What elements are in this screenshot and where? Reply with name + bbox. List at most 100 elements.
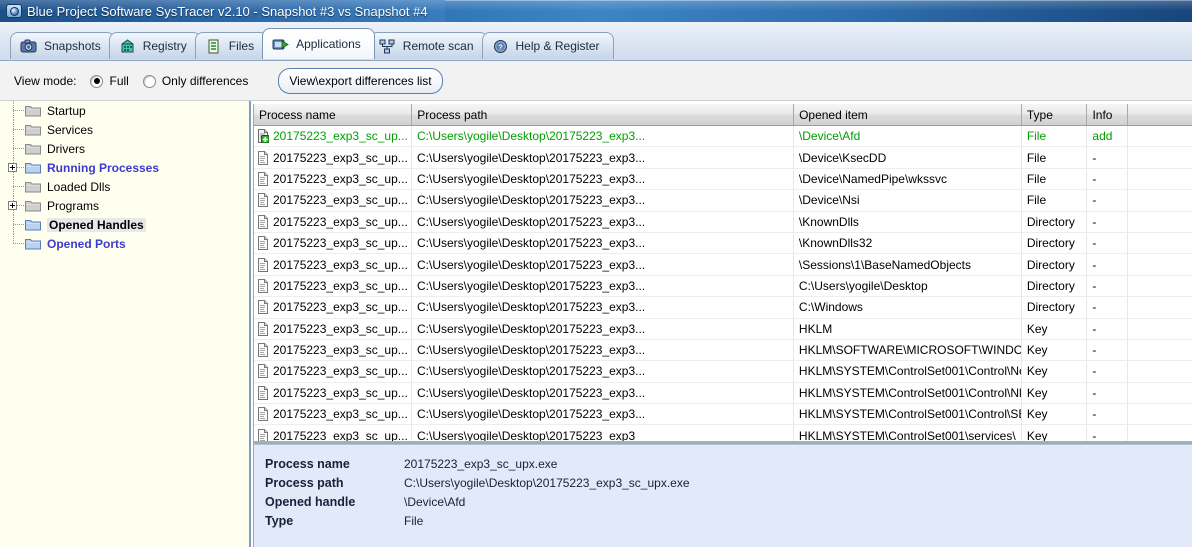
cell-process-path: C:\Users\yogile\Desktop\20175223_exp3...: [412, 382, 794, 404]
tree-item-opened-ports[interactable]: Opened Ports: [0, 234, 249, 253]
table-row[interactable]: 20175223_exp3_sc_up... C:\Users\yogile\De…: [254, 232, 1192, 255]
cell-process-path: C:\Users\yogile\Desktop\20175223_exp3...: [412, 147, 794, 168]
cell-info: -: [1087, 297, 1129, 318]
cell-text: 20175223_exp3_sc_up...: [273, 321, 408, 336]
tab-applications[interactable]: Applications: [262, 28, 375, 59]
applications-icon: [272, 37, 289, 52]
document-icon: [257, 321, 269, 336]
cell-type: Key: [1022, 318, 1088, 339]
cell-text: 20175223_exp3_sc_up...: [273, 214, 408, 229]
table-row[interactable]: 20175223_exp3_sc_up... C:\Users\yogile\De…: [254, 190, 1192, 212]
tab-help-register[interactable]: ? Help & Register: [481, 32, 614, 59]
camera-icon: [6, 4, 22, 18]
tree-item-drivers[interactable]: Drivers: [0, 139, 249, 158]
expand-plus-icon[interactable]: [8, 163, 17, 172]
cell-process-path: C:\Users\yogile\Desktop\20175223_exp3...: [412, 297, 794, 318]
tree-item-services[interactable]: Services: [0, 120, 249, 139]
tab-registry[interactable]: Registry: [108, 32, 201, 59]
cell-type: Key: [1022, 361, 1088, 382]
table-row[interactable]: 20175223_exp3_sc_up... C:\Users\yogile\De…: [254, 361, 1192, 383]
view-mode-label: View mode:: [14, 74, 77, 88]
radio-full-indicator[interactable]: [90, 74, 104, 88]
cell-type: Directory: [1022, 232, 1088, 254]
table-row[interactable]: 20175223_exp3_sc_up... C:\Users\yogile\De…: [254, 318, 1192, 340]
cell-spacer: [1128, 232, 1192, 254]
cell-process-name: 20175223_exp3_sc_up...: [254, 232, 412, 254]
detail-row: Type File: [254, 511, 1192, 530]
cell-opened-item: \Sessions\1\BaseNamedObjects: [794, 254, 1022, 275]
column-header-process-path[interactable]: Process path: [412, 104, 795, 125]
cell-text: 20175223_exp3_sc_up...: [273, 193, 408, 208]
table-row[interactable]: 20175223_exp3_sc_up... C:\Users\yogile\De…: [254, 425, 1192, 441]
cell-process-name: 20175223_exp3_sc_up...: [254, 339, 412, 361]
cell-opened-item: \Device\Afd: [794, 126, 1022, 147]
tree-item-label: Startup: [47, 103, 86, 118]
tree-item-label: Services: [47, 122, 94, 137]
window-title: Blue Project Software SysTracer v2.10 - …: [27, 3, 428, 19]
cell-opened-item: \Device\Nsi: [794, 190, 1022, 211]
tree-item-label: Opened Ports: [47, 236, 126, 251]
cell-opened-item: C:\Users\yogile\Desktop: [794, 275, 1022, 297]
table-row[interactable]: 20175223_exp3_sc_up... C:\Users\yogile\De…: [254, 339, 1192, 362]
tab-remote-scan[interactable]: Remote scan: [368, 32, 488, 59]
radio-full[interactable]: Full: [90, 74, 129, 88]
tree-item-startup[interactable]: Startup: [0, 101, 249, 120]
radio-only-differences-label: Only differences: [161, 74, 249, 88]
table-row[interactable]: 20175223_exp3_sc_up... C:\Users\yogile\De…: [254, 168, 1192, 191]
cell-info: -: [1087, 147, 1129, 168]
table-row[interactable]: 20175223_exp3_sc_up... C:\Users\yogile\De…: [254, 211, 1192, 233]
folder-icon: [25, 199, 41, 212]
cell-process-path: C:\Users\yogile\Desktop\20175223_exp3...: [412, 339, 794, 361]
folder-icon: [25, 142, 41, 155]
cell-opened-item: HKLM\SYSTEM\ControlSet001\services\: [794, 425, 1022, 441]
tab-files[interactable]: Files: [194, 32, 269, 59]
tree-item-opened-handles[interactable]: Opened Handles: [0, 215, 249, 234]
column-header-opened-item[interactable]: Opened item: [794, 104, 1022, 125]
cell-type: Directory: [1022, 211, 1088, 232]
tree-item-loaded-dlls[interactable]: Loaded Dlls: [0, 177, 249, 196]
tree-item-running-processes[interactable]: Running Processes: [0, 158, 249, 177]
document-icon: [257, 171, 269, 186]
column-header-process-name[interactable]: Process name: [254, 104, 413, 125]
cell-type: File: [1022, 147, 1088, 168]
cell-spacer: [1128, 190, 1192, 211]
tab-label: Files: [228, 39, 255, 53]
folder-icon: [25, 237, 41, 250]
cell-spacer: [1128, 168, 1192, 190]
cell-spacer: [1128, 361, 1192, 382]
tree-guide-line: [13, 243, 24, 244]
cell-spacer: [1128, 147, 1192, 168]
cell-info: -: [1087, 254, 1129, 275]
cell-process-name: 20175223_exp3_sc_up...: [254, 190, 412, 211]
table-row[interactable]: 20175223_exp3_sc_up... C:\Users\yogile\De…: [254, 404, 1192, 426]
table-row[interactable]: 20175223_exp3_sc_up... C:\Users\yogile\De…: [254, 126, 1192, 148]
column-header-info[interactable]: Info: [1087, 104, 1129, 125]
radio-only-differences-indicator[interactable]: [142, 74, 156, 88]
table-row[interactable]: 20175223_exp3_sc_up... C:\Users\yogile\De…: [254, 297, 1192, 319]
cell-text: 20175223_exp3_sc_up...: [273, 407, 408, 422]
radio-only-differences[interactable]: Only differences: [142, 74, 249, 88]
cell-type: Key: [1022, 339, 1088, 361]
column-header-spacer[interactable]: [1128, 104, 1192, 125]
view-export-differences-button[interactable]: View\export differences list: [278, 68, 443, 94]
file-icon: [205, 39, 222, 54]
cell-process-path: C:\Users\yogile\Desktop\20175223_exp3...: [412, 318, 794, 339]
document-icon: [257, 214, 269, 229]
cell-info: add: [1087, 126, 1129, 147]
table-row[interactable]: 20175223_exp3_sc_up... C:\Users\yogile\De…: [254, 254, 1192, 276]
table-row[interactable]: 20175223_exp3_sc_up... C:\Users\yogile\De…: [254, 147, 1192, 169]
tab-snapshots[interactable]: Snapshots: [10, 32, 115, 59]
tab-label: Registry: [142, 39, 187, 53]
tab-bar: Snapshots Registry Files Applications Remote…: [0, 22, 1192, 61]
table-row[interactable]: 20175223_exp3_sc_up... C:\Users\yogile\De…: [254, 382, 1192, 405]
expand-plus-icon[interactable]: [8, 201, 17, 210]
svg-text:?: ?: [498, 44, 502, 51]
cell-process-name: 20175223_exp3_sc_up...: [254, 211, 412, 232]
tree-item-programs[interactable]: Programs: [0, 196, 249, 215]
cell-text: 20175223_exp3_sc_up...: [273, 385, 408, 400]
cell-text: 20175223_exp3_sc_up...: [273, 129, 408, 144]
detail-row: Process name 20175223_exp3_sc_upx.exe: [254, 454, 1192, 473]
column-header-type[interactable]: Type: [1022, 104, 1088, 125]
detail-label: Opened handle: [265, 494, 356, 509]
table-row[interactable]: 20175223_exp3_sc_up... C:\Users\yogile\De…: [254, 275, 1192, 298]
